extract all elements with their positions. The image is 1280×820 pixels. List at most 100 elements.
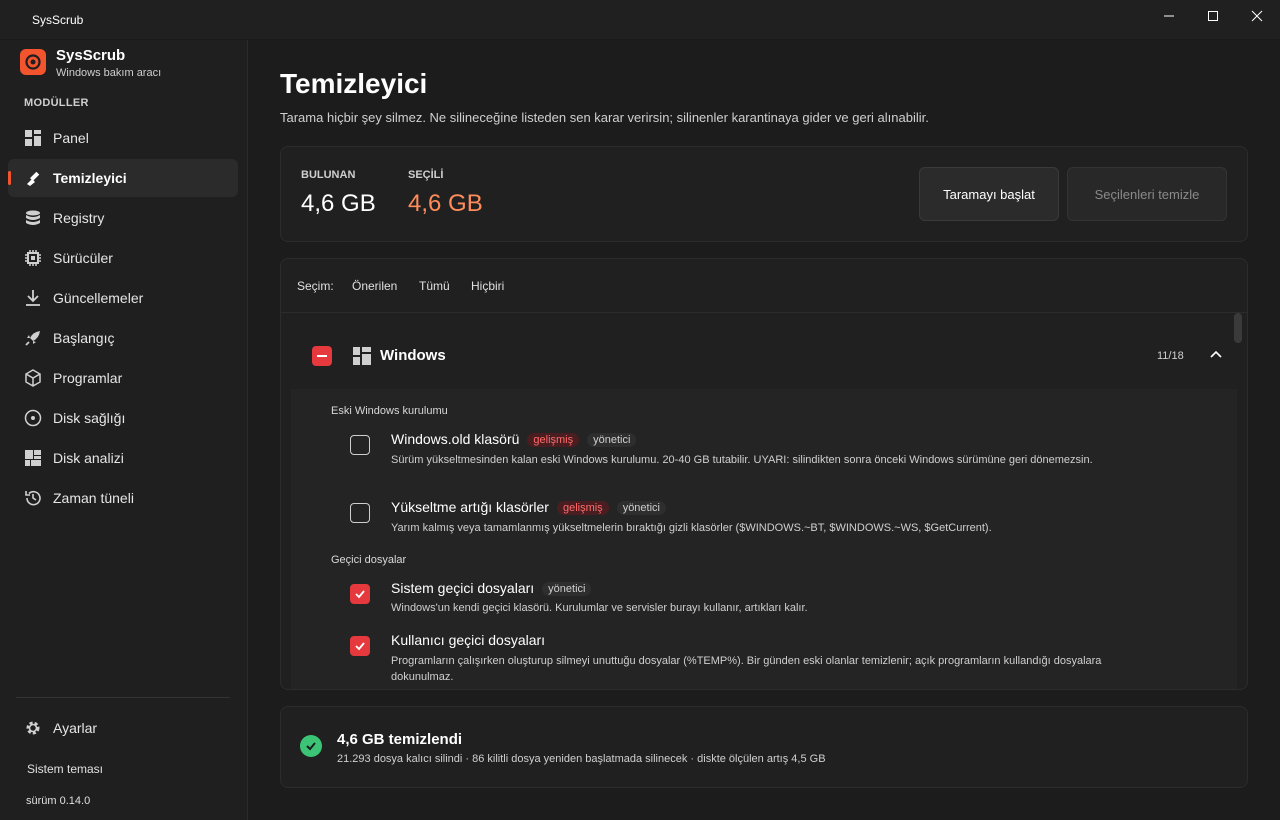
treemap-icon <box>23 448 43 468</box>
sidebar-item-label: Ayarlar <box>53 720 98 736</box>
selection-label: Seçim: <box>297 279 334 293</box>
list-item[interactable]: Kullanıcı geçici dosyaları <box>391 632 545 648</box>
result-card: 4,6 GB temizlendi 21.293 dosya kalıcı si… <box>280 706 1248 788</box>
select-none-button[interactable]: Hiçbiri <box>471 279 504 293</box>
sidebar-item-timeline[interactable]: Zaman tüneli <box>8 479 238 517</box>
sidebar-item-label: Güncellemeler <box>53 290 144 306</box>
start-scan-button[interactable]: Taramayı başlat <box>919 167 1059 221</box>
item-checkbox[interactable] <box>350 584 370 604</box>
sidebar-item-label: Disk analizi <box>53 450 124 466</box>
group-body: Eski Windows kurulumu Windows.old klasör… <box>291 389 1237 689</box>
advanced-badge: gelişmiş <box>556 501 609 515</box>
admin-badge: yönetici <box>587 433 637 447</box>
list-item[interactable]: Sistem geçici dosyaları yönetici <box>391 580 592 596</box>
version-label: sürüm 0.14.0 <box>26 795 91 807</box>
check-icon <box>355 590 365 599</box>
sidebar-item-settings[interactable]: Ayarlar <box>8 709 238 747</box>
maximize-button[interactable] <box>1190 0 1236 32</box>
windows-icon <box>353 347 371 365</box>
app-logo <box>20 49 46 75</box>
list-item[interactable]: Yükseltme artığı klasörler gelişmiş yöneti… <box>391 499 666 515</box>
item-name: Kullanıcı geçici dosyaları <box>391 632 546 648</box>
item-description: Yarım kalmış veya tamamlanmış yükseltmel… <box>391 522 992 534</box>
main-content: Temizleyici Tarama hiçbir şey silmez. Ne… <box>248 40 1280 820</box>
summary-card: BULUNAN 4,6 GB SEÇİLİ 4,6 GB Taramayı ba… <box>280 146 1248 242</box>
sidebar-item-cleaner[interactable]: Temizleyici <box>8 159 238 197</box>
advanced-badge: gelişmiş <box>527 433 580 447</box>
group-count: 11/18 <box>1157 350 1184 362</box>
close-button[interactable] <box>1234 0 1280 32</box>
item-checkbox[interactable] <box>350 503 370 523</box>
rocket-icon <box>23 328 43 348</box>
scrollbar-thumb[interactable] <box>1234 313 1242 343</box>
sidebar-item-label: Zaman tüneli <box>53 490 134 506</box>
minimize-button[interactable] <box>1146 0 1192 32</box>
broom-icon <box>23 168 43 188</box>
sidebar-item-label: Sürücüler <box>53 250 113 266</box>
clean-selected-button[interactable]: Seçilenleri temizle <box>1067 167 1227 221</box>
page-title: Temizleyici <box>280 68 428 99</box>
check-icon <box>355 642 365 651</box>
sidebar-item-label: Panel <box>53 130 89 146</box>
selected-label: SEÇİLİ <box>408 169 444 181</box>
item-checkbox[interactable] <box>350 636 370 656</box>
group-name: Windows <box>380 347 446 364</box>
found-label: BULUNAN <box>301 169 356 181</box>
sidebar-item-startup[interactable]: Başlangıç <box>8 319 238 357</box>
sidebar-item-label: Temizleyici <box>53 170 127 186</box>
sidebar-item-label: Disk sağlığı <box>53 410 126 426</box>
sidebar-item-panel[interactable]: Panel <box>8 119 238 157</box>
list-item[interactable]: Windows.old klasörü gelişmiş yönetici <box>391 431 637 447</box>
window-title: SysScrub <box>32 13 84 27</box>
selected-value: 4,6 GB <box>408 190 483 217</box>
modules-heading: MODÜLLER <box>24 97 89 109</box>
theme-toggle[interactable]: Sistem teması <box>27 762 103 776</box>
result-title: 4,6 GB temizlendi <box>337 731 463 748</box>
group-checkbox[interactable] <box>312 346 332 366</box>
maximize-icon <box>1208 11 1218 21</box>
minimize-icon <box>1164 15 1174 17</box>
sidebar-item-disk-health[interactable]: Disk sağlığı <box>8 399 238 437</box>
group-header-windows[interactable]: Windows 11/18 <box>281 313 1247 389</box>
item-name: Yükseltme artığı klasörler <box>391 499 549 515</box>
page-description: Tarama hiçbir şey silmez. Ne silineceğin… <box>280 110 929 125</box>
logo-icon <box>25 54 41 70</box>
item-description: Programların çalışırken oluşturup silmey… <box>391 655 1102 683</box>
admin-badge: yönetici <box>616 501 666 515</box>
sidebar-item-drivers[interactable]: Sürücüler <box>8 239 238 277</box>
result-description: 21.293 dosya kalıcı silindi · 86 kilitli… <box>337 753 826 765</box>
disk-icon <box>23 408 43 428</box>
select-all-button[interactable]: Tümü <box>419 279 450 293</box>
sidebar-item-programs[interactable]: Programlar <box>8 359 238 397</box>
success-check-icon <box>300 735 322 757</box>
dashboard-icon <box>23 128 43 148</box>
sidebar-item-label: Programlar <box>53 370 123 386</box>
sidebar-item-registry[interactable]: Registry <box>8 199 238 237</box>
sidebar-item-label: Başlangıç <box>53 330 115 346</box>
item-description: Windows'un kendi geçici klasörü. Kurulum… <box>391 602 808 614</box>
close-icon <box>1251 10 1263 22</box>
gear-icon <box>23 718 43 738</box>
sidebar-nav: Panel Temizleyici Registry Sürücüler Gün… <box>8 119 238 519</box>
item-description: Sürüm yükseltmesinden kalan eski Windows… <box>391 454 1093 466</box>
item-name: Sistem geçici dosyaları <box>391 580 535 596</box>
cleanup-list-card: Seçim: Önerilen Tümü Hiçbiri Windows 11/… <box>280 258 1248 690</box>
select-recommended-button[interactable]: Önerilen <box>352 279 397 293</box>
download-icon <box>23 288 43 308</box>
sidebar-item-updates[interactable]: Güncellemeler <box>8 279 238 317</box>
subsection-label: Geçici dosyalar <box>331 554 407 566</box>
admin-badge: yönetici <box>542 582 592 596</box>
database-icon <box>23 208 43 228</box>
sidebar-item-disk-analysis[interactable]: Disk analizi <box>8 439 238 477</box>
item-checkbox[interactable] <box>350 435 370 455</box>
chevron-up-icon[interactable] <box>1209 348 1223 362</box>
sidebar-divider <box>16 697 230 698</box>
package-icon <box>23 368 43 388</box>
item-name: Windows.old klasörü <box>391 431 520 447</box>
selection-bar: Seçim: Önerilen Tümü Hiçbiri <box>281 259 1247 313</box>
sidebar-item-label: Registry <box>53 210 105 226</box>
sidebar: SysScrub Windows bakım aracı MODÜLLER Pa… <box>0 40 248 820</box>
found-value: 4,6 GB <box>301 190 376 217</box>
app-name: SysScrub <box>56 47 126 64</box>
app-subtitle: Windows bakım aracı <box>56 67 162 79</box>
